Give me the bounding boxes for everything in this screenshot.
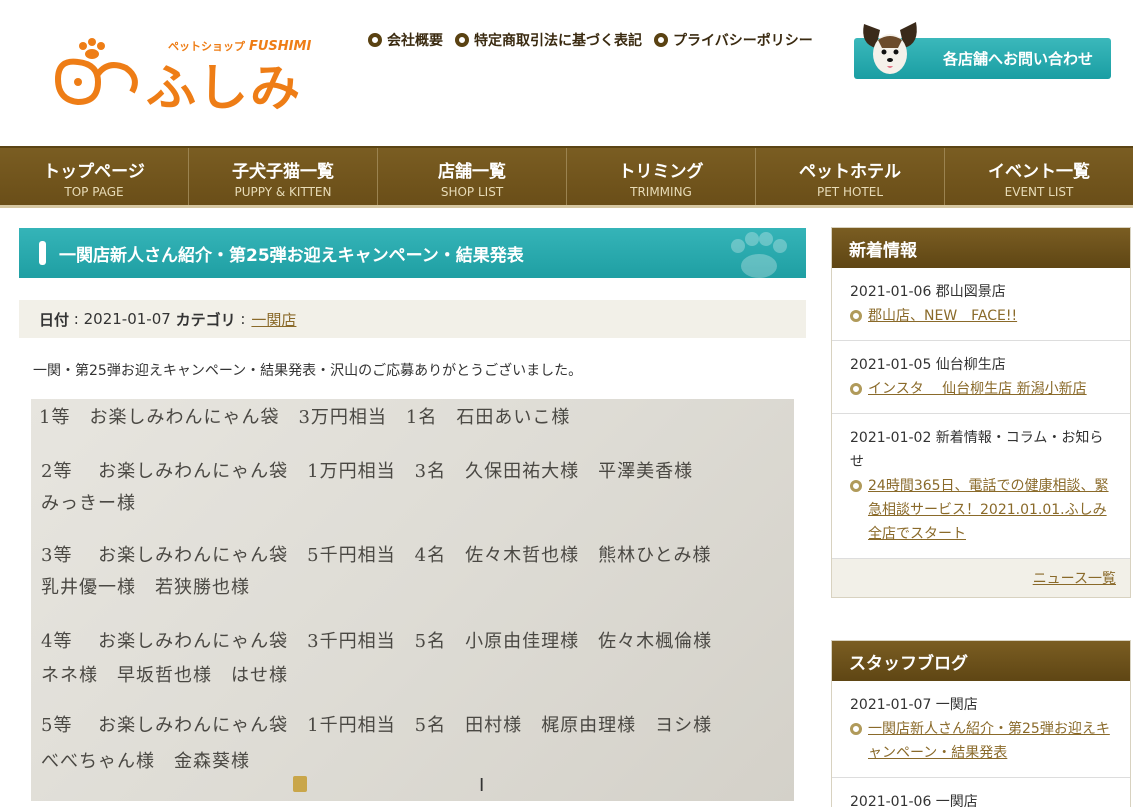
site-header: ペットショップ FUSHIMI ふしみ 会社概要 特定商取引法に基づく表記 プライ… (0, 0, 1133, 128)
clipboard-icon (293, 776, 307, 792)
photo-text-line: みっきー様 (41, 493, 136, 514)
news-box: 新着情報 2021-01-06 郡山図景店 郡山店、NEW FACE!! 202… (831, 227, 1131, 598)
bullet-icon (850, 723, 862, 735)
nav-puppy-kitten[interactable]: 子犬子猫一覧 PUPPY & KITTEN (189, 148, 378, 205)
news-item: 2021-01-02 新着情報・コラム・お知らせ 24時間365日、電話での健康… (832, 414, 1130, 559)
nav-event-list[interactable]: イベント一覧 EVENT LIST (945, 148, 1133, 205)
company-link-label: 会社概要 (387, 33, 443, 49)
paw-icon (731, 232, 787, 278)
nav-sublabel: TRIMMING (630, 185, 692, 199)
bullet-icon (850, 310, 862, 322)
photo-text-line: べべちゃん様 金森葵様 (41, 751, 250, 772)
nav-sublabel: SHOP LIST (440, 185, 504, 199)
article-title: 一関店新人さん紹介・第25弾お迎えキャンペーン・結果発表 (59, 245, 524, 266)
nav-label: イベント一覧 (988, 162, 1090, 182)
article-meta: 日付 : 2021-01-07 カテゴリ : 一関店 (19, 300, 806, 338)
dog-icon (863, 22, 917, 74)
news-heading: 新着情報 (832, 228, 1130, 268)
nav-shop-list[interactable]: 店舗一覧 SHOP LIST (378, 148, 567, 205)
site-logo[interactable]: ペットショップ FUSHIMI ふしみ (48, 34, 328, 117)
legal-notice-link[interactable]: 特定商取引法に基づく表記 (455, 30, 642, 50)
photo-text-line: 2等 お楽しみわんにゃん袋 1万円相当 3名 久保田祐大様 平澤美香様 (41, 461, 694, 482)
photo-text-line: 1等 お楽しみわんにゃん袋 3万円相当 1名 石田あいこ様 (39, 407, 571, 428)
category-label: カテゴリ (175, 310, 236, 329)
photo-text-line: 5等 お楽しみわんにゃん袋 1千円相当 5名 田村様 梶原由理様 ヨシ様 (41, 715, 713, 736)
staff-blog-box: スタッフブログ 2021-01-07 一関店 一関店新人さん紹介・第25弾お迎え… (831, 640, 1131, 807)
news-item-date: 2021-01-06 郡山図景店 (850, 284, 1006, 300)
article-date: 2021-01-07 (83, 310, 171, 328)
photo-text-line: ネネ様 早坂哲也様 はせ様 (41, 665, 288, 686)
title-marker (39, 241, 46, 265)
blog-item: 2021-01-06 一関店 (832, 778, 1130, 807)
news-more: ニュース一覧 (832, 559, 1130, 597)
nav-label: トリミング (618, 162, 704, 182)
blog-item: 2021-01-07 一関店 一関店新人さん紹介・第25弾お迎えキャンペーン・結… (832, 681, 1130, 778)
nav-sublabel: TOP PAGE (64, 185, 124, 199)
bullet-icon (368, 33, 382, 47)
header-links: 会社概要 特定商取引法に基づく表記 プライバシーポリシー (368, 30, 813, 50)
text-cursor-icon: I (479, 775, 485, 796)
company-link[interactable]: 会社概要 (368, 30, 443, 50)
nav-label: ペットホテル (799, 162, 901, 182)
news-item-link[interactable]: 郡山店、NEW FACE!! (868, 304, 1017, 328)
bullet-icon (850, 383, 862, 395)
legal-notice-link-label: 特定商取引法に基づく表記 (474, 33, 642, 49)
news-item-date: 2021-01-02 新着情報・コラム・お知らせ (850, 430, 1104, 470)
news-item: 2021-01-05 仙台柳生店 インスタ 仙台柳生店 新潟小新店 (832, 341, 1130, 414)
photo-text-line: 4等 お楽しみわんにゃん袋 3千円相当 5名 小原由佳理様 佐々木楓倫様 (41, 631, 713, 652)
photo-text-line: 3等 お楽しみわんにゃん袋 5千円相当 4名 佐々木哲也様 熊林ひとみ様 (41, 545, 712, 566)
nav-sublabel: EVENT LIST (1004, 185, 1074, 199)
news-item-link[interactable]: 24時間365日、電話での健康相談、緊急相談サービス！2021.01.01.ふし… (868, 474, 1116, 546)
news-item-date: 2021-01-05 仙台柳生店 (850, 357, 1006, 373)
privacy-link-label: プライバシーポリシー (673, 33, 813, 49)
logo-text: ふしみ (146, 59, 302, 117)
photo-text-line: 乳井優一様 若狭勝也様 (41, 577, 250, 598)
nav-label: トップページ (43, 162, 145, 182)
news-list-link[interactable]: ニュース一覧 (1033, 568, 1116, 588)
blog-item-date: 2021-01-06 一関店 (850, 794, 978, 807)
nav-sublabel: PET HOTEL (816, 185, 884, 199)
date-label: 日付 (39, 310, 70, 329)
nav-label: 子犬子猫一覧 (232, 162, 334, 182)
nav-trimming[interactable]: トリミング TRIMMING (567, 148, 756, 205)
article-intro: 一関・第25弾お迎えキャンペーン・結果発表・沢山のご応募ありがとうございました。 (33, 363, 583, 379)
bullet-icon (850, 480, 862, 492)
blog-item-date: 2021-01-07 一関店 (850, 697, 978, 713)
nav-label: 店舗一覧 (438, 162, 506, 182)
contact-button-label: 各店舗へお問い合わせ (942, 50, 1093, 68)
paw-logo-icon (54, 38, 138, 106)
privacy-link[interactable]: プライバシーポリシー (654, 30, 813, 50)
news-item: 2021-01-06 郡山図景店 郡山店、NEW FACE!! (832, 268, 1130, 341)
bullet-icon (654, 33, 668, 47)
results-photo: 1等 お楽しみわんにゃん袋 3万円相当 1名 石田あいこ様 2等 お楽しみわんに… (31, 399, 794, 801)
nav-pet-hotel[interactable]: ペットホテル PET HOTEL (756, 148, 945, 205)
nav-sublabel: PUPPY & KITTEN (234, 185, 332, 199)
staff-blog-heading: スタッフブログ (832, 641, 1130, 681)
news-item-link[interactable]: インスタ 仙台柳生店 新潟小新店 (868, 377, 1087, 401)
nav-top-page[interactable]: トップページ TOP PAGE (0, 148, 189, 205)
category-link[interactable]: 一関店 (251, 309, 296, 330)
bullet-icon (455, 33, 469, 47)
blog-item-link[interactable]: 一関店新人さん紹介・第25弾お迎えキャンペーン・結果発表 (868, 717, 1116, 765)
article-title-bar: 一関店新人さん紹介・第25弾お迎えキャンペーン・結果発表 (19, 228, 806, 278)
global-nav: トップページ TOP PAGE 子犬子猫一覧 PUPPY & KITTEN 店舗一覧… (0, 146, 1133, 208)
